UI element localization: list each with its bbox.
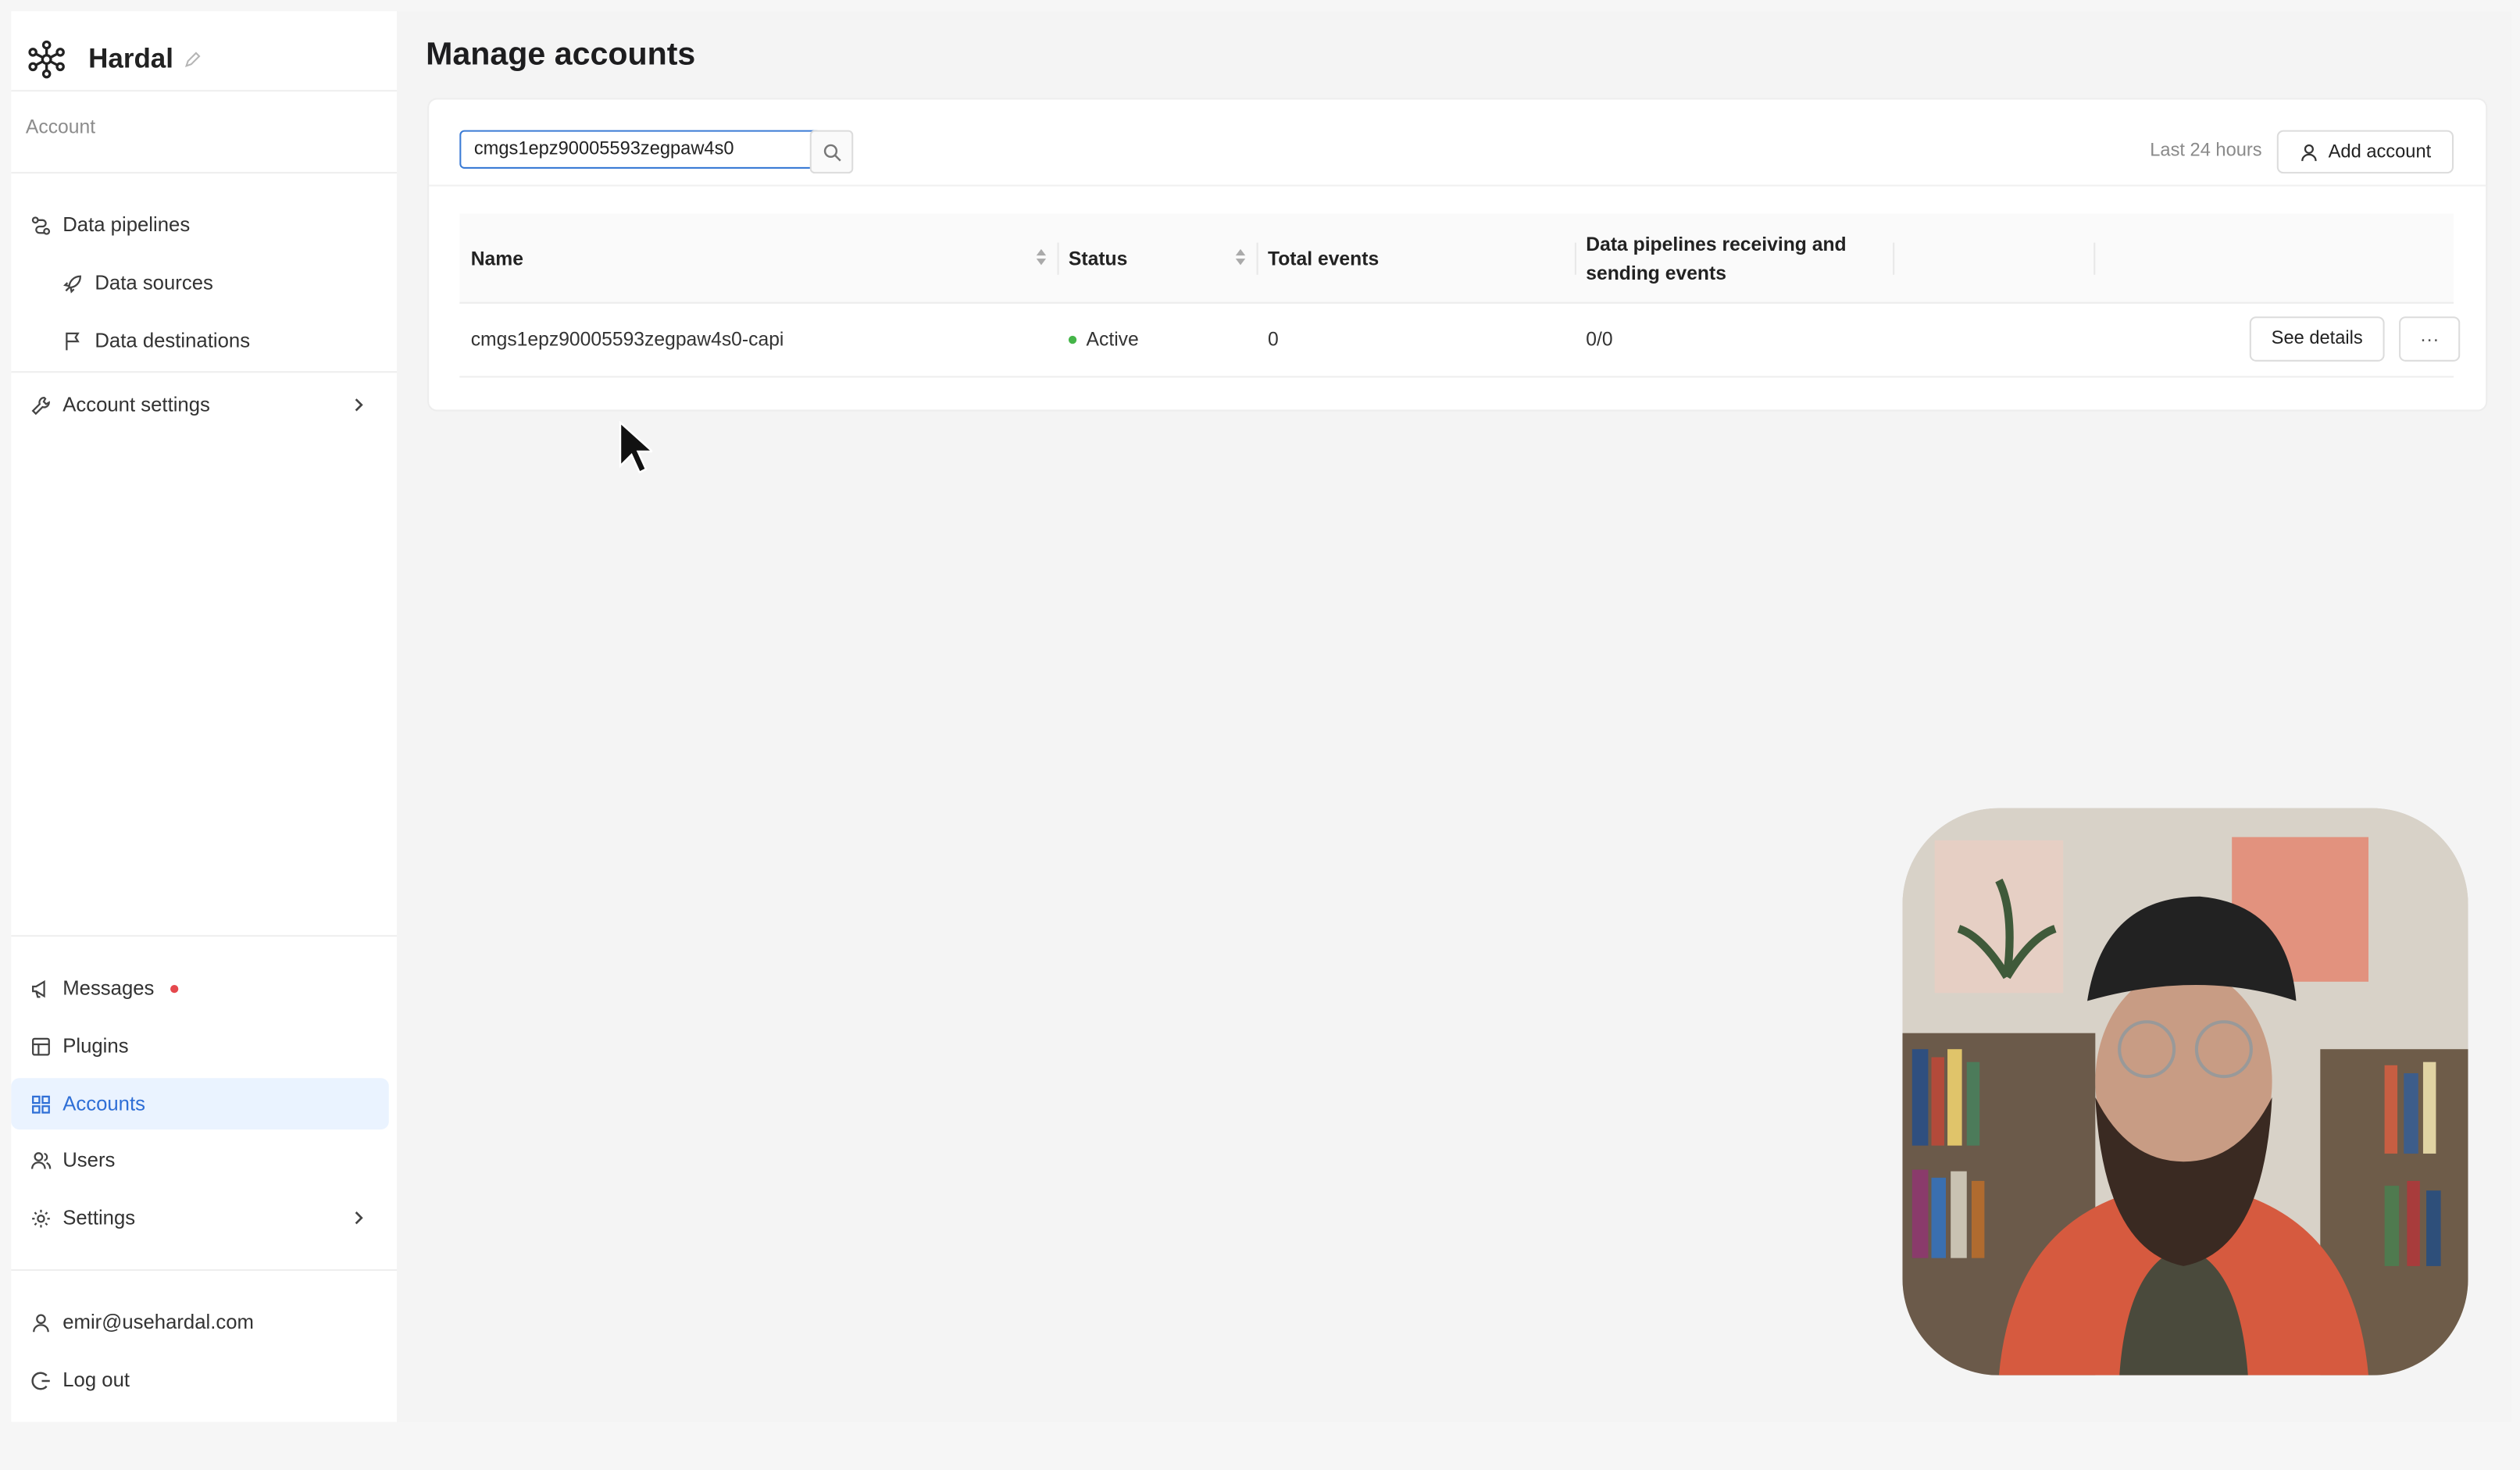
- more-options-button[interactable]: ···: [2399, 316, 2461, 362]
- column-header-pipelines-line2: sending events: [1586, 262, 1726, 285]
- status-badge: Active: [1068, 327, 1139, 351]
- sidebar-item-users[interactable]: Users: [11, 1134, 388, 1186]
- search-input[interactable]: [459, 130, 822, 169]
- sidebar-item-label: Users: [62, 1148, 116, 1172]
- table-row: cmgs1epz90005593zegpaw4s0-capi Active 0 …: [459, 302, 2461, 378]
- sidebar-item-label: Settings: [62, 1206, 136, 1229]
- section-label-account: Account: [25, 116, 96, 138]
- sidebar-item-label: Plugins: [62, 1034, 129, 1058]
- divider: [11, 935, 398, 937]
- wrench-icon: [31, 395, 50, 415]
- column-separator: [1256, 242, 1258, 275]
- webcam-overlay: [1902, 808, 2468, 1375]
- sidebar-user-account[interactable]: emir@usehardal.com: [11, 1297, 388, 1348]
- account-name: cmgs1epz90005593zegpaw4s0-capi: [470, 327, 784, 351]
- sort-icon[interactable]: [1234, 248, 1247, 267]
- time-range-label[interactable]: Last 24 hours: [2150, 141, 2261, 161]
- mouse-cursor-icon: [619, 420, 653, 474]
- add-account-label: Add account: [2328, 142, 2432, 162]
- search-icon: [823, 143, 841, 161]
- page-title: Manage accounts: [426, 37, 696, 73]
- divider: [11, 90, 398, 92]
- sidebar-item-label: Messages: [62, 976, 155, 1000]
- total-events-value: 0: [1267, 327, 1279, 351]
- sidebar-item-accounts[interactable]: Accounts: [11, 1078, 389, 1130]
- megaphone-icon: [32, 979, 45, 997]
- sidebar-item-messages[interactable]: Messages: [11, 962, 388, 1014]
- brand[interactable]: Hardal: [27, 27, 202, 91]
- divider: [11, 172, 398, 174]
- pipelines-value: 0/0: [1586, 327, 1613, 351]
- app-name: Hardal: [88, 43, 173, 74]
- divider: [11, 371, 398, 373]
- user-icon: [33, 1313, 49, 1332]
- presenter-video: [1902, 808, 2468, 1375]
- divider: [429, 184, 2486, 187]
- logout-label: Log out: [62, 1368, 130, 1392]
- grid-icon: [32, 1094, 50, 1113]
- chevron-right-icon: [355, 1211, 363, 1225]
- sidebar-item-data-destinations[interactable]: Data destinations: [11, 315, 388, 366]
- user-icon: [2301, 143, 2317, 161]
- logout-icon: [31, 1371, 50, 1390]
- sidebar-item-label: Data sources: [95, 271, 213, 294]
- column-separator: [1574, 242, 1576, 275]
- column-separator: [2093, 242, 2096, 275]
- column-header-status[interactable]: Status: [1069, 248, 1127, 270]
- sidebar: Hardal Account Data pipelines Data sourc…: [11, 11, 399, 1422]
- column-separator: [1057, 242, 1059, 275]
- column-header-total-events: Total events: [1267, 247, 1380, 270]
- sidebar-item-label: Account settings: [62, 393, 210, 416]
- sidebar-item-data-pipelines[interactable]: Data pipelines: [11, 199, 388, 251]
- column-header-pipelines-line1: Data pipelines receiving and: [1586, 233, 1847, 256]
- pipeline-icon: [31, 216, 51, 234]
- chevron-right-icon: [355, 398, 363, 412]
- divider: [11, 1269, 398, 1272]
- column-header-name[interactable]: Name: [471, 248, 523, 270]
- gear-icon: [32, 1208, 50, 1227]
- plugin-icon: [32, 1036, 50, 1055]
- table-header: Name Status Total events Data pipelines …: [459, 213, 2454, 304]
- status-label: Active: [1086, 327, 1139, 351]
- status-dot: [1068, 336, 1077, 344]
- accounts-card: Last 24 hours Add account Name Status: [427, 98, 2488, 412]
- sidebar-item-label: Data destinations: [95, 329, 251, 352]
- notification-badge: [170, 983, 179, 993]
- sidebar-item-data-sources[interactable]: Data sources: [11, 257, 388, 309]
- rocket-icon: [63, 274, 81, 293]
- column-separator: [1893, 242, 1895, 275]
- logout-button[interactable]: Log out: [11, 1354, 388, 1406]
- user-email: emir@usehardal.com: [62, 1311, 254, 1334]
- flag-icon: [66, 331, 80, 350]
- add-account-button[interactable]: Add account: [2276, 130, 2454, 174]
- edit-icon[interactable]: [183, 50, 202, 70]
- see-details-button[interactable]: See details: [2249, 316, 2385, 362]
- sidebar-item-label: Data pipelines: [62, 213, 191, 237]
- sidebar-item-settings[interactable]: Settings: [11, 1192, 388, 1243]
- sidebar-item-label: Accounts: [62, 1092, 145, 1115]
- sidebar-item-plugins[interactable]: Plugins: [11, 1020, 388, 1072]
- sort-icon[interactable]: [1035, 248, 1048, 267]
- users-icon: [31, 1151, 52, 1169]
- search-button[interactable]: [809, 130, 854, 174]
- hardal-logo-icon: [28, 40, 65, 79]
- sidebar-item-account-settings[interactable]: Account settings: [11, 379, 388, 430]
